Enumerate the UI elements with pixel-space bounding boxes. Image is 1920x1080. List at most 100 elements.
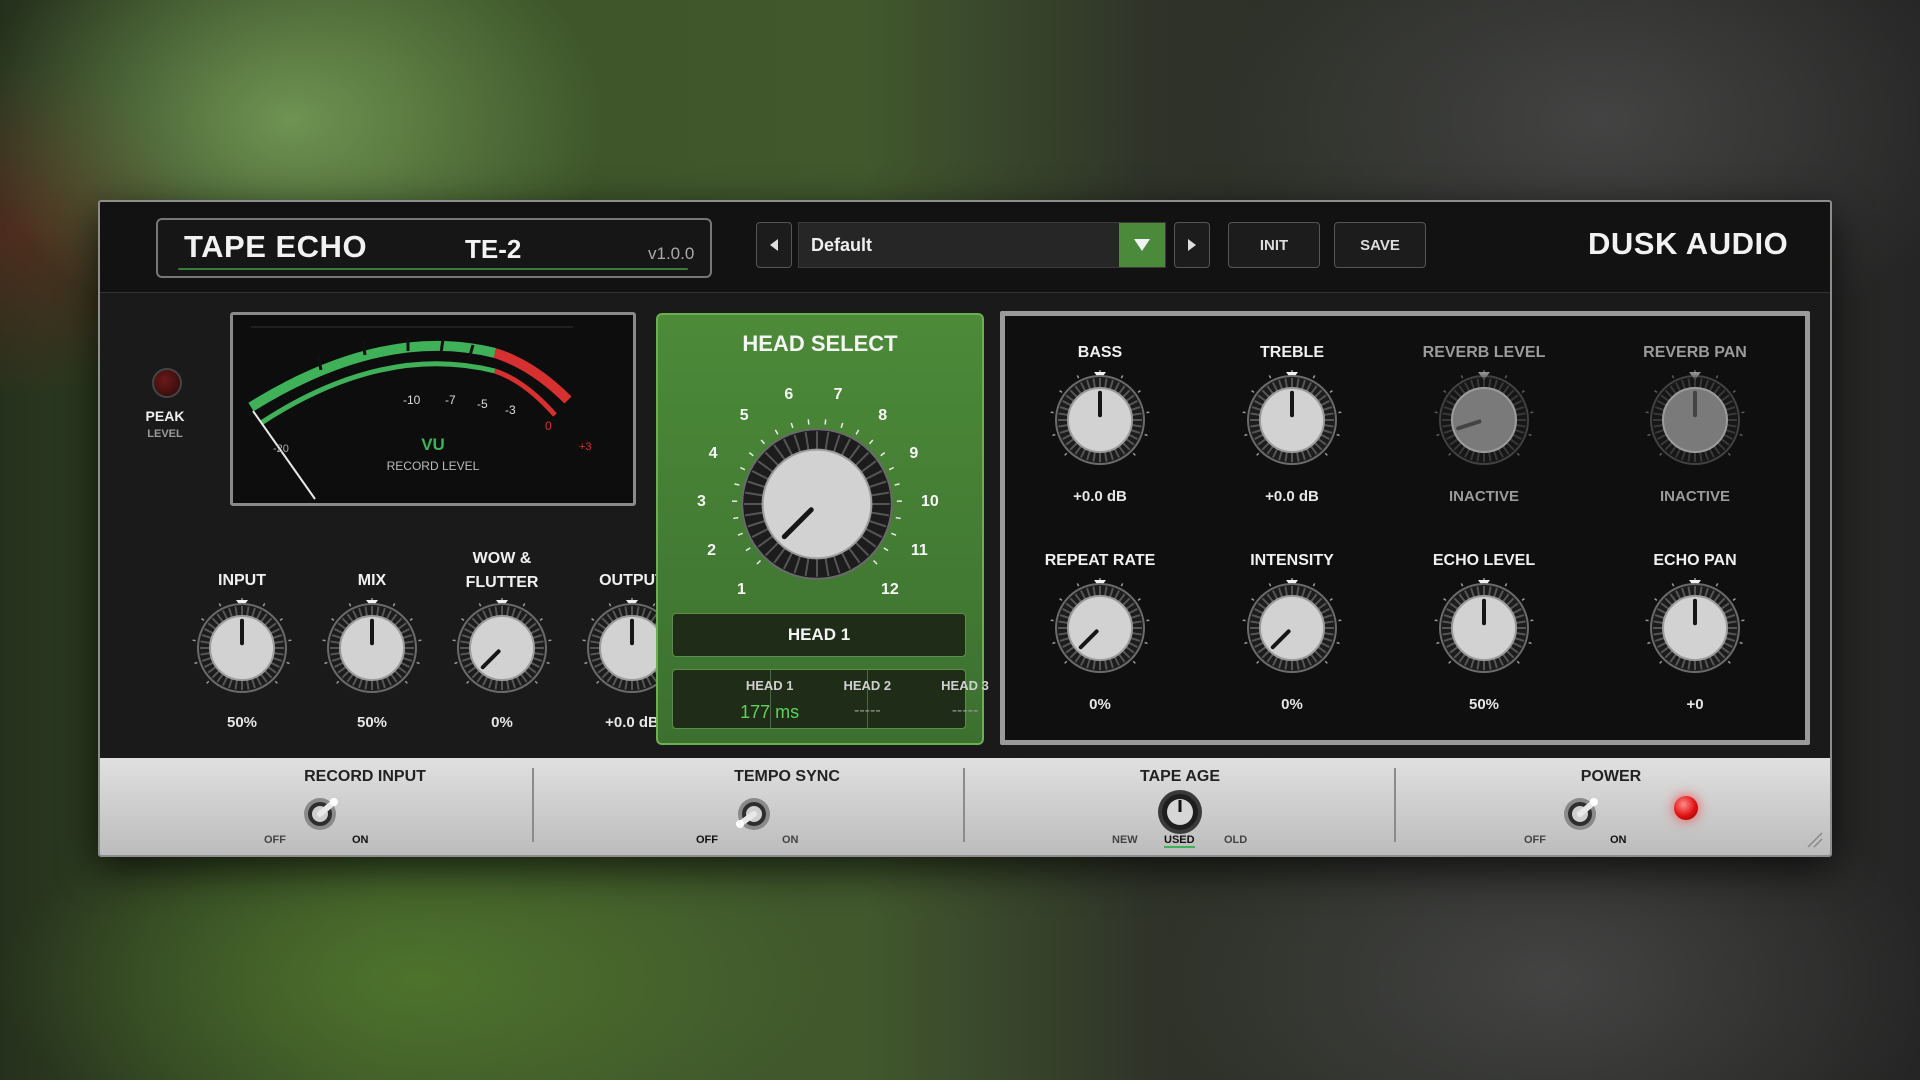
intensity-knob[interactable] bbox=[1242, 578, 1342, 678]
knob-graphic bbox=[1242, 578, 1342, 673]
input-knob[interactable] bbox=[192, 598, 292, 698]
tempo-sync-off-label: OFF bbox=[696, 834, 718, 846]
preset-dropdown-arrow[interactable] bbox=[1119, 223, 1165, 267]
record-input-label: RECORD INPUT bbox=[304, 768, 426, 785]
head-select-number[interactable]: 4 bbox=[709, 445, 718, 463]
treble-knob-label: TREBLE bbox=[1260, 344, 1324, 361]
save-button[interactable]: SAVE bbox=[1334, 222, 1426, 268]
repeat-rate-knob[interactable] bbox=[1050, 578, 1150, 678]
toggle-switch-icon bbox=[304, 798, 338, 830]
tempo-sync-label: TEMPO SYNC bbox=[734, 768, 840, 785]
echo-pan-knob[interactable] bbox=[1645, 578, 1745, 678]
head-select-number[interactable]: 2 bbox=[707, 542, 716, 560]
reverb-pan-knob[interactable] bbox=[1645, 370, 1745, 470]
preset-dropdown[interactable]: Default bbox=[798, 222, 1166, 268]
selector-knob-icon bbox=[1158, 790, 1202, 834]
tape-age-option-old[interactable]: OLD bbox=[1224, 834, 1247, 846]
tone-panel: BASS TREBLE REVERB LEVEL REVERB PAN +0.0… bbox=[1000, 311, 1810, 745]
vu-scale-label: -7 bbox=[445, 393, 456, 407]
head-select-number[interactable]: 6 bbox=[784, 386, 793, 404]
knob-graphic bbox=[322, 598, 422, 693]
peak-label: PEAK bbox=[145, 408, 185, 424]
tempo-sync-toggle[interactable] bbox=[730, 790, 774, 839]
header-bar: TAPE ECHO TE-2 v1.0.0 Default INIT SAVE … bbox=[100, 202, 1830, 293]
vu-sublabel: RECORD LEVEL bbox=[386, 459, 480, 473]
head-2-cell: HEAD 2 ----- bbox=[771, 670, 891, 728]
toggle-switch-icon bbox=[736, 798, 770, 830]
power-label: POWER bbox=[1580, 768, 1642, 785]
head-select-display: HEAD 1 bbox=[672, 613, 966, 657]
intensity-knob-label: INTENSITY bbox=[1250, 552, 1334, 569]
echo-level-knob-label: ECHO LEVEL bbox=[1432, 552, 1536, 569]
input-knob-label: INPUT bbox=[218, 572, 266, 589]
wow-flutter-knob[interactable] bbox=[452, 598, 552, 698]
tape-age-label: TAPE AGE bbox=[1139, 768, 1220, 785]
vu-scale-label: -5 bbox=[477, 397, 488, 411]
input-knob-value: 50% bbox=[226, 714, 258, 731]
knob-graphic bbox=[1242, 370, 1342, 465]
knob-graphic bbox=[1434, 370, 1534, 465]
knob-graphic bbox=[1645, 578, 1745, 673]
head-delay-table: HEAD 1 177 ms HEAD 2 ----- HEAD 3 ----- bbox=[672, 669, 989, 729]
power-toggle[interactable] bbox=[1560, 790, 1604, 839]
brand-logo: DUSK AUDIO bbox=[1588, 226, 1789, 261]
wow-flutter-knob-value: 0% bbox=[491, 714, 513, 731]
triangle-left-icon bbox=[770, 239, 778, 251]
power-led bbox=[1674, 796, 1698, 820]
head-select-number[interactable]: 3 bbox=[697, 493, 706, 511]
reverb-level-knob[interactable] bbox=[1434, 370, 1534, 470]
mix-knob[interactable] bbox=[322, 598, 422, 698]
knob-graphic bbox=[1050, 578, 1150, 673]
tape-age-option-new[interactable]: NEW bbox=[1112, 834, 1138, 846]
head-select-knob[interactable] bbox=[732, 419, 902, 589]
record-input-off-label: OFF bbox=[264, 834, 286, 846]
preset-next-button[interactable] bbox=[1174, 222, 1210, 268]
reverb-pan-knob-label: REVERB PAN bbox=[1643, 344, 1747, 361]
head-3-cell: HEAD 3 ----- bbox=[868, 670, 989, 728]
head-select-number[interactable]: 11 bbox=[911, 542, 928, 560]
wow-flutter-knob-label-2: FLUTTER bbox=[465, 574, 539, 591]
resize-grip-icon[interactable] bbox=[1804, 829, 1824, 849]
treble-knob-value: +0.0 dB bbox=[1265, 488, 1319, 505]
footer-divider bbox=[532, 768, 534, 842]
knob-graphic bbox=[452, 598, 552, 693]
head-3-label: HEAD 3 bbox=[941, 678, 989, 693]
bass-knob[interactable] bbox=[1050, 370, 1150, 470]
bass-knob-label: BASS bbox=[1077, 344, 1123, 361]
record-input-toggle[interactable] bbox=[300, 790, 344, 839]
reverb-pan-knob-value: INACTIVE bbox=[1659, 488, 1730, 505]
power-off-label: OFF bbox=[1524, 834, 1546, 846]
treble-knob[interactable] bbox=[1242, 370, 1342, 470]
record-input-on-label: ON bbox=[352, 834, 369, 846]
wow-flutter-knob-label: WOW & bbox=[472, 550, 532, 567]
vu-scale-label: 0 bbox=[545, 419, 552, 433]
repeat-rate-knob-label: REPEAT RATE bbox=[1044, 552, 1156, 569]
echo-level-knob-value: 50% bbox=[1468, 696, 1500, 713]
init-button[interactable]: INIT bbox=[1228, 222, 1320, 268]
vu-label: VU bbox=[421, 435, 445, 454]
head-select-title: HEAD SELECT bbox=[742, 331, 898, 356]
vu-meter-face bbox=[248, 326, 573, 500]
power-on-label: ON bbox=[1610, 834, 1627, 846]
toggle-switch-icon bbox=[1564, 798, 1598, 830]
echo-pan-knob-label: ECHO PAN bbox=[1653, 552, 1737, 569]
knob-graphic bbox=[192, 598, 292, 693]
knob-graphic bbox=[1434, 578, 1534, 673]
bass-knob-value: +0.0 dB bbox=[1073, 488, 1127, 505]
plugin-version: v1.0.0 bbox=[648, 244, 695, 263]
head-select-panel: HEAD SELECT 1 2 3 4 5 6 7 8 9 10 11 12 HEAD 1 HEAD … bbox=[656, 313, 989, 745]
tape-age-option-used[interactable]: USED bbox=[1164, 834, 1195, 848]
head-select-number[interactable]: 10 bbox=[921, 493, 939, 511]
repeat-rate-knob-value: 0% bbox=[1089, 696, 1111, 713]
head-select-number[interactable]: 7 bbox=[834, 386, 843, 404]
peak-led bbox=[152, 368, 182, 398]
preset-prev-button[interactable] bbox=[756, 222, 792, 268]
peak-sublabel: LEVEL bbox=[147, 428, 183, 440]
mix-knob-value: 50% bbox=[356, 714, 388, 731]
head-select-number[interactable]: 9 bbox=[909, 445, 918, 463]
reverb-level-knob-label: REVERB LEVEL bbox=[1422, 344, 1546, 361]
echo-level-knob[interactable] bbox=[1434, 578, 1534, 678]
plugin-window: TAPE ECHO TE-2 v1.0.0 Default INIT SAVE … bbox=[98, 200, 1832, 857]
triangle-down-icon bbox=[1134, 239, 1150, 251]
head-3-value: ----- bbox=[951, 702, 979, 719]
